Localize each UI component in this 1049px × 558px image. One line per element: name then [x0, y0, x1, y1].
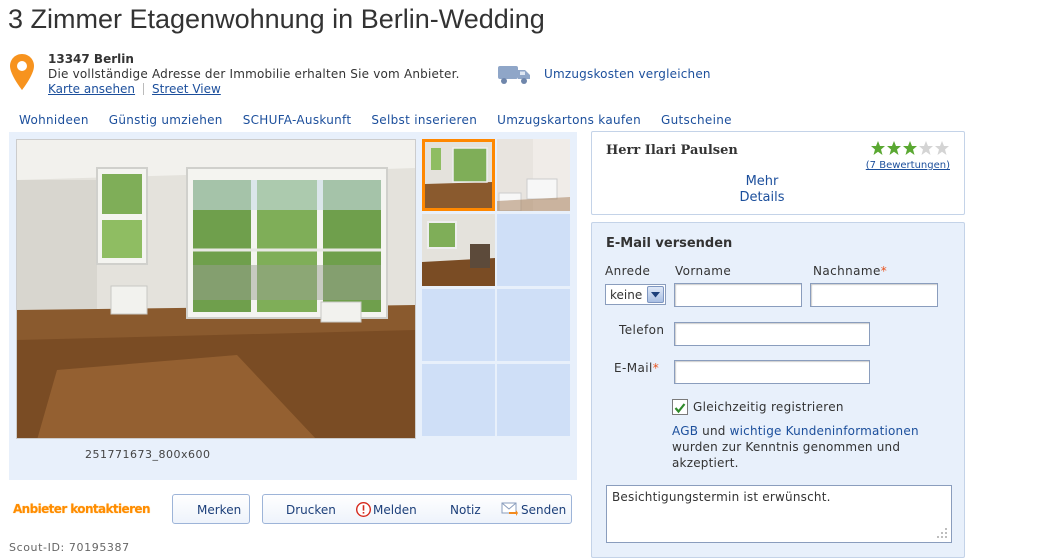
- email-form: E-Mail versenden Anrede Vorname Nachname…: [591, 222, 965, 558]
- agent-name: Herr Ilari Paulsen: [606, 143, 738, 158]
- register-label: Gleichzeitig registrieren: [693, 400, 844, 414]
- required-marker: *: [880, 264, 888, 278]
- address-hint: Die vollständige Adresse der Immobilie e…: [48, 67, 460, 81]
- register-checkbox[interactable]: [672, 399, 688, 415]
- nav-item-umziehen[interactable]: Günstig umziehen: [99, 111, 233, 131]
- resize-handle-icon[interactable]: [936, 527, 948, 539]
- thumbnail-empty: [422, 289, 495, 361]
- thumbnail-empty: [497, 289, 570, 361]
- salutation-label: Anrede: [605, 264, 651, 278]
- star-empty-icon: [919, 141, 933, 155]
- compare-moving-costs-link[interactable]: Umzugskosten vergleichen: [544, 67, 711, 81]
- save-label: Merken: [197, 503, 242, 517]
- star-filled-icon: [887, 141, 901, 155]
- firstname-label: Vorname: [675, 264, 732, 278]
- thumbnail-empty: [497, 214, 570, 286]
- envelope-icon: [501, 502, 518, 516]
- form-heading: E-Mail versenden: [606, 236, 733, 251]
- more-details-link[interactable]: Mehr Details: [722, 174, 802, 206]
- agb-and: und: [702, 424, 726, 438]
- nav-item-inserieren[interactable]: Selbst inserieren: [361, 111, 487, 131]
- print-button[interactable]: Drucken: [286, 503, 336, 517]
- details-line-1: Mehr: [745, 174, 779, 189]
- chevron-down-icon: [647, 286, 664, 303]
- agent-card: Herr Ilari Paulsen (7 Bewertungen) Mehr …: [591, 131, 965, 215]
- email-label: E-Mail*: [614, 361, 660, 375]
- thumbnail-empty: [497, 364, 570, 436]
- streetview-link[interactable]: Street View: [152, 82, 221, 96]
- nav-item-schufa[interactable]: SCHUFA-Auskunft: [233, 111, 362, 131]
- message-text: Besichtigungstermin ist erwünscht.: [612, 490, 831, 504]
- message-textarea[interactable]: Besichtigungstermin ist erwünscht.: [606, 485, 952, 543]
- map-link[interactable]: Karte ansehen: [48, 82, 135, 96]
- details-line-2: Details: [739, 190, 785, 205]
- rating-stars: [870, 140, 950, 156]
- contact-provider-button[interactable]: Anbieter kontaktieren: [13, 502, 150, 516]
- lastname-label: Nachname*: [813, 264, 888, 278]
- star-filled-icon: [871, 141, 885, 155]
- warning-icon: [356, 502, 371, 517]
- firstname-input[interactable]: [674, 283, 802, 307]
- send-button[interactable]: Senden: [521, 503, 566, 517]
- star-empty-icon: [935, 141, 949, 155]
- lastname-input[interactable]: [810, 283, 938, 307]
- star-filled-icon: [903, 141, 917, 155]
- thumbnail-room[interactable]: [422, 214, 495, 286]
- image-gallery: 251771673_800x600: [9, 132, 577, 480]
- top-nav: Wohnideen Günstig umziehen SCHUFA-Auskun…: [9, 111, 749, 131]
- action-bar: Drucken Melden Notiz Senden: [262, 494, 572, 524]
- thumbnail-bathroom[interactable]: [497, 139, 570, 211]
- terms-text: AGB und wichtige Kundeninformationen wur…: [672, 423, 952, 471]
- page-title: 3 Zimmer Etagenwohnung in Berlin-Wedding: [8, 4, 545, 34]
- phone-label: Telefon: [619, 323, 665, 337]
- main-photo[interactable]: [16, 139, 416, 439]
- nav-item-gutscheine[interactable]: Gutscheine: [651, 111, 742, 131]
- email-input[interactable]: [674, 360, 870, 384]
- report-button[interactable]: Melden: [373, 503, 417, 517]
- note-button[interactable]: Notiz: [450, 503, 481, 517]
- ratings-link[interactable]: (7 Bewertungen): [866, 160, 950, 171]
- agb-accept-text: wurden zur Kenntnis genommen und akzepti…: [672, 440, 901, 470]
- phone-input[interactable]: [674, 322, 870, 346]
- thumbnail-empty: [422, 364, 495, 436]
- photo-caption: 251771673_800x600: [85, 448, 211, 461]
- address-block: 13347 Berlin Die vollständige Adresse de…: [48, 52, 460, 97]
- agb-link[interactable]: AGB: [672, 424, 698, 438]
- salutation-value: keine: [610, 288, 643, 302]
- link-divider: [143, 83, 145, 95]
- save-button[interactable]: Merken: [172, 494, 250, 524]
- thumbnail-living-room[interactable]: [422, 139, 495, 211]
- checkmark-icon: [674, 403, 686, 414]
- salutation-select[interactable]: keine: [605, 284, 666, 305]
- required-marker: *: [652, 361, 660, 375]
- map-pin-icon: [10, 54, 34, 90]
- moving-truck-icon: [498, 66, 530, 84]
- scout-id: Scout-ID: 70195387: [9, 541, 130, 554]
- customer-info-link[interactable]: wichtige Kundeninformationen: [730, 424, 919, 438]
- zip-city: 13347 Berlin: [48, 52, 134, 66]
- nav-item-umzugskartons[interactable]: Umzugskartons kaufen: [487, 111, 651, 131]
- nav-item-wohnideen[interactable]: Wohnideen: [9, 111, 99, 131]
